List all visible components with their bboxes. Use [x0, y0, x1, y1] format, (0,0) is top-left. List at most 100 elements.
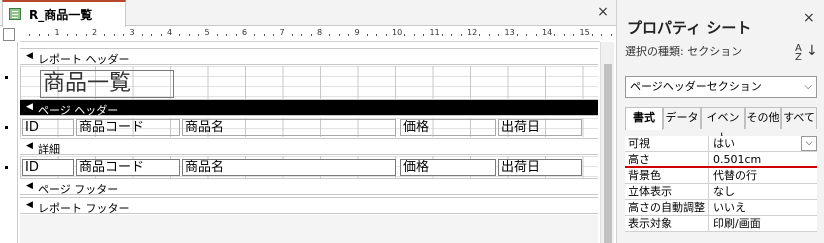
- textbox-ship-date[interactable]: 出荷日: [498, 159, 582, 176]
- ruler-tick: [348, 34, 350, 36]
- ruler-tick: [601, 34, 603, 36]
- ruler-tick: [498, 34, 500, 36]
- ruler-tick: [235, 34, 237, 36]
- property-name: 立体表示: [625, 184, 709, 200]
- tab-all[interactable]: すべて: [781, 107, 817, 129]
- textbox-price[interactable]: 価格: [400, 159, 496, 176]
- header-label-price[interactable]: 価格: [400, 119, 496, 136]
- vertical-ruler[interactable]: [0, 42, 18, 243]
- header-label-ship-date[interactable]: 出荷日: [498, 119, 582, 136]
- ruler-tick: [404, 34, 406, 36]
- ruler-tick: [310, 34, 312, 36]
- band-page-footer[interactable]: ◀ ページ フッター: [20, 178, 598, 196]
- horizontal-ruler[interactable]: 1 2 3 4 5 6 7 8 9 10 11 12 13 14 15: [20, 28, 612, 42]
- selection-dropdown[interactable]: ページヘッダーセクション ⌵: [625, 76, 817, 98]
- property-row-special-effect[interactable]: 立体表示 なし: [625, 184, 817, 200]
- document-tab-title: R_商品一覧: [29, 8, 93, 22]
- section-detail[interactable]: ID 商品コード 商品名 価格 出荷日: [20, 156, 598, 178]
- vertical-scrollbar[interactable]: [600, 42, 614, 243]
- close-document-icon[interactable]: ×: [596, 4, 610, 20]
- ruler-number: 4: [167, 28, 173, 37]
- header-label-name[interactable]: 商品名: [182, 119, 396, 136]
- ruler-tick: [113, 34, 115, 36]
- ruler-number: 8: [317, 28, 323, 37]
- ruler-tick: [329, 34, 331, 36]
- band-detail[interactable]: ◀ 詳細: [20, 138, 598, 156]
- band-arrow-icon: ◀: [26, 51, 33, 61]
- sort-az-icon[interactable]: A Z ↓: [795, 43, 818, 64]
- ruler-tick: [29, 34, 31, 36]
- property-row-back-color[interactable]: 背景色 代替の行: [625, 168, 817, 184]
- ruler-number: 13: [504, 28, 515, 37]
- ruler-tick: [123, 34, 125, 36]
- ruler-tick: [76, 34, 78, 36]
- property-value[interactable]: 代替の行: [711, 168, 817, 184]
- section-report-header[interactable]: 商品一覧: [20, 66, 598, 99]
- textbox-name[interactable]: 商品名: [182, 159, 396, 176]
- select-report-box[interactable]: [3, 28, 15, 41]
- ruler-tick: [104, 34, 106, 36]
- property-row-display-when[interactable]: 表示対象 印刷/画面: [625, 216, 817, 232]
- ruler-tick: [366, 34, 368, 36]
- ruler-number: 7: [279, 28, 285, 37]
- ruler-tick: [376, 34, 378, 36]
- band-label: レポート フッター: [38, 202, 130, 215]
- ruler-tick: [179, 34, 181, 36]
- ruler-tick: [451, 34, 453, 36]
- ruler-number: 9: [354, 28, 360, 37]
- band-arrow-icon: ◀: [26, 200, 33, 210]
- ruler-number: 10: [392, 28, 403, 37]
- ruler-tick: [338, 34, 340, 36]
- band-report-footer[interactable]: ◀ レポート フッター: [20, 197, 598, 215]
- chevron-down-icon[interactable]: ⌵: [801, 136, 817, 151]
- scrollbar-thumb[interactable]: [604, 64, 612, 243]
- property-row-auto-height[interactable]: 高さの自動調整 いいえ: [625, 200, 817, 216]
- close-property-sheet-icon[interactable]: ×: [803, 10, 815, 26]
- tab-data[interactable]: データ: [663, 107, 701, 129]
- design-canvas-empty[interactable]: [20, 215, 598, 243]
- ruler-tick: [151, 34, 153, 36]
- vertical-ruler-marker: [5, 126, 8, 129]
- ruler-tick: [591, 34, 593, 36]
- textbox-id[interactable]: ID: [22, 159, 74, 176]
- header-label-code[interactable]: 商品コード: [76, 119, 180, 136]
- ruler-tick: [610, 34, 612, 36]
- ruler-tick: [160, 34, 162, 36]
- ruler-tick: [188, 34, 190, 36]
- band-page-header[interactable]: ◀ ページ ヘッダー: [20, 99, 598, 117]
- ruler-tick: [263, 34, 265, 36]
- ruler-tick: [423, 34, 425, 36]
- ruler-tick: [554, 34, 556, 36]
- tab-format[interactable]: 書式: [625, 107, 663, 130]
- property-value[interactable]: いいえ: [711, 200, 817, 216]
- document-tab[interactable]: R_商品一覧: [2, 0, 126, 27]
- property-row-visible[interactable]: 可視 はい ⌵: [625, 136, 817, 152]
- band-label: ページ フッター: [38, 183, 119, 196]
- band-report-header[interactable]: ◀ レポート ヘッダー: [20, 48, 598, 66]
- chevron-down-icon[interactable]: ⌵: [804, 77, 812, 97]
- ruler-tick: [85, 34, 87, 36]
- property-tabs: 書式 データ イベント その他 すべて: [625, 107, 817, 144]
- selection-dropdown-value: ページヘッダーセクション: [630, 80, 762, 93]
- header-label-id[interactable]: ID: [22, 119, 74, 136]
- ruler-number: 6: [242, 28, 248, 37]
- property-value[interactable]: 印刷/画面: [711, 216, 817, 232]
- tab-event[interactable]: イベント: [701, 107, 745, 144]
- ruler-tick: [526, 34, 528, 36]
- band-arrow-icon: ◀: [26, 102, 33, 112]
- ruler-tick: [198, 34, 200, 36]
- ruler-number: 5: [204, 28, 210, 37]
- ruler-tick: [141, 34, 143, 36]
- band-arrow-icon: ◀: [26, 141, 33, 151]
- property-name: 表示対象: [625, 216, 709, 232]
- textbox-code[interactable]: 商品コード: [76, 159, 180, 176]
- tab-other[interactable]: その他: [745, 107, 781, 129]
- report-title-label[interactable]: 商品一覧: [40, 70, 174, 98]
- ruler-tick: [38, 34, 40, 36]
- section-page-header[interactable]: ID 商品コード 商品名 価格 出荷日: [20, 118, 598, 137]
- sort-arrow-icon: ↓: [806, 43, 818, 59]
- ruler-tick: [516, 34, 518, 36]
- ruler-tick: [301, 34, 303, 36]
- property-value[interactable]: なし: [711, 184, 817, 200]
- ruler-tick: [413, 34, 415, 36]
